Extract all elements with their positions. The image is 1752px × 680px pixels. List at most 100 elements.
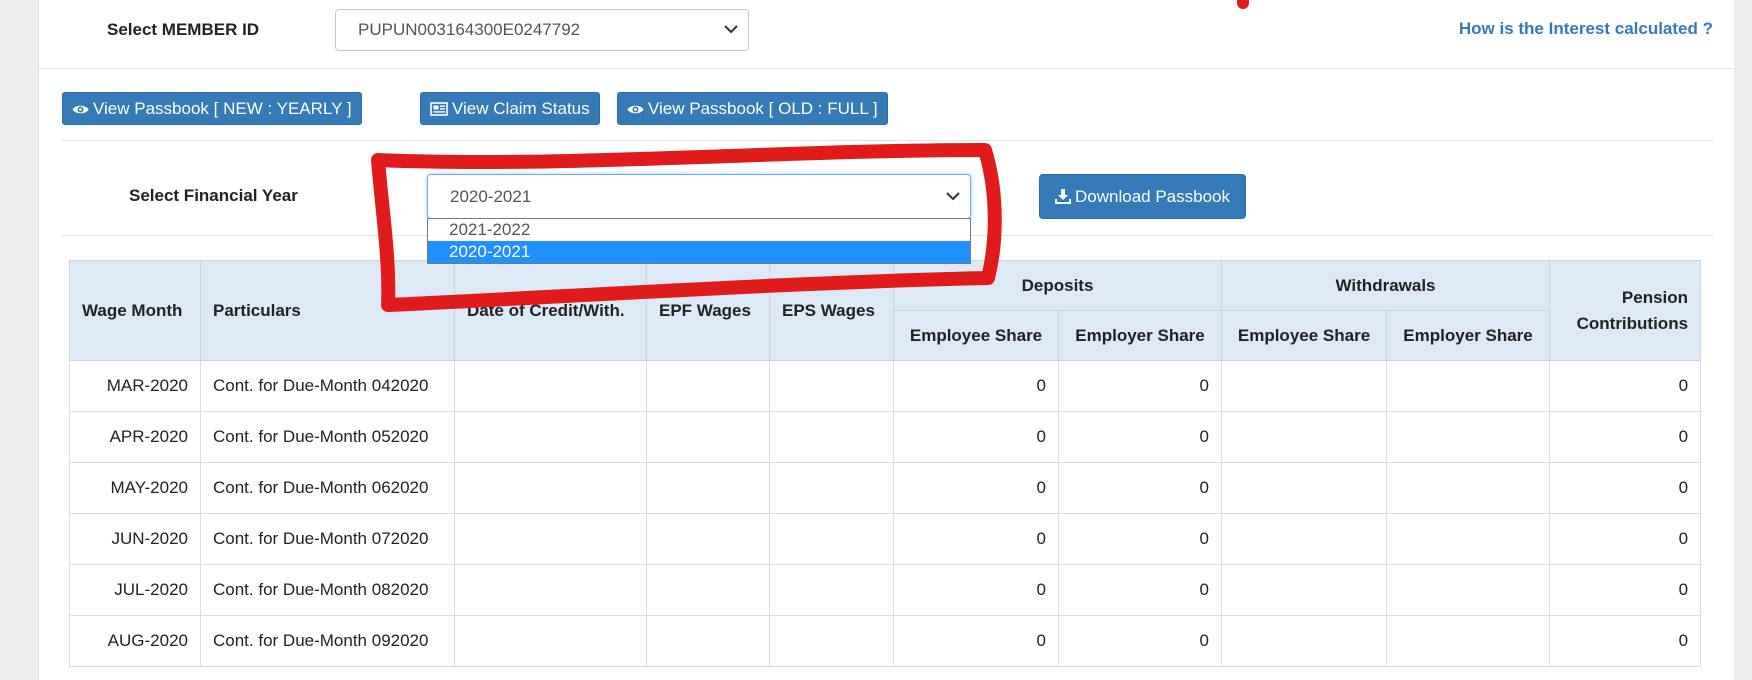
view-passbook-old-label: View Passbook [ OLD : FULL ] (648, 99, 878, 118)
member-id-select[interactable]: PUPUN003164300E0247792 (335, 9, 749, 51)
cell-wage-month: JUL-2020 (69, 564, 201, 616)
view-passbook-new-button[interactable]: View Passbook [ NEW : YEARLY ] (62, 92, 362, 125)
chevron-down-icon (946, 192, 960, 201)
cell-withdrawal-employee (1221, 360, 1388, 412)
cell-date (454, 462, 647, 514)
cell-withdrawal-employee (1221, 513, 1388, 565)
cell-eps-wages (769, 411, 894, 463)
member-id-label: Select MEMBER ID (107, 20, 260, 39)
header-deposit-employer-share: Employer Share (1057, 310, 1223, 361)
dropdown-option[interactable]: 2021-2022 (428, 219, 970, 241)
cell-eps-wages (769, 360, 894, 412)
header-pension-line1: Pension (1621, 287, 1689, 307)
cell-pension: 0 (1549, 615, 1702, 667)
header-wage-month: Wage Month (69, 260, 201, 361)
header-withdrawals: Withdrawals (1221, 260, 1551, 311)
cell-pension: 0 (1549, 564, 1702, 616)
cell-epf-wages (646, 513, 770, 565)
cell-deposit-employer: 0 (1057, 615, 1223, 667)
view-claim-status-button[interactable]: View Claim Status (420, 92, 600, 125)
cell-epf-wages (646, 462, 770, 514)
cell-withdrawal-employer (1386, 564, 1551, 616)
divider (61, 140, 1713, 141)
header-eps-wages: EPS Wages (769, 260, 894, 361)
cell-deposit-employee: 0 (893, 462, 1059, 514)
table-row: AUG-2020 Cont. for Due-Month 092020 0 0 … (69, 615, 1702, 667)
cell-deposit-employer: 0 (1057, 513, 1223, 565)
cell-withdrawal-employer (1386, 513, 1551, 565)
cell-deposit-employee: 0 (893, 360, 1059, 412)
chevron-down-icon (724, 25, 738, 34)
cell-withdrawal-employer (1386, 462, 1551, 514)
annotation-dot (1237, 0, 1249, 9)
cell-date (454, 513, 647, 565)
cell-deposit-employee: 0 (893, 411, 1059, 463)
financial-year-value: 2020-2021 (450, 187, 532, 206)
download-passbook-button[interactable]: Download Passbook (1039, 174, 1246, 219)
cell-withdrawal-employee (1221, 564, 1388, 616)
financial-year-label: Select Financial Year (129, 186, 298, 205)
cell-particulars: Cont. for Due-Month 072020 (200, 513, 455, 565)
passbook-panel: Select MEMBER ID PUPUN003164300E0247792 … (38, 0, 1736, 680)
cell-eps-wages (769, 564, 894, 616)
header-deposits: Deposits (892, 260, 1223, 311)
cell-date (454, 615, 647, 667)
cell-date (454, 360, 647, 412)
header-epf-wages: EPF Wages (646, 260, 770, 361)
cell-particulars: Cont. for Due-Month 082020 (200, 564, 455, 616)
financial-year-select[interactable]: 2020-2021 (427, 174, 971, 219)
scrollbar[interactable] (1734, 0, 1752, 680)
cell-deposit-employer: 0 (1057, 564, 1223, 616)
view-passbook-new-label: View Passbook [ NEW : YEARLY ] (93, 99, 352, 118)
header-date-of-credit: Date of Credit/With. (454, 260, 647, 361)
cell-wage-month: JUN-2020 (69, 513, 201, 565)
cell-eps-wages (769, 513, 894, 565)
cell-deposit-employer: 0 (1057, 411, 1223, 463)
cell-deposit-employee: 0 (893, 564, 1059, 616)
cell-pension: 0 (1549, 411, 1702, 463)
cell-deposit-employee: 0 (893, 513, 1059, 565)
cell-date (454, 564, 647, 616)
cell-deposit-employer: 0 (1057, 360, 1223, 412)
cell-withdrawal-employer (1386, 360, 1551, 412)
cell-date (454, 411, 647, 463)
cell-particulars: Cont. for Due-Month 092020 (200, 615, 455, 667)
cell-wage-month: AUG-2020 (69, 615, 201, 667)
interest-calculation-link[interactable]: How is the Interest calculated ? (1459, 19, 1713, 39)
cell-withdrawal-employee (1221, 411, 1388, 463)
table-row: JUL-2020 Cont. for Due-Month 082020 0 0 … (69, 564, 1702, 616)
table-row: MAR-2020 Cont. for Due-Month 042020 0 0 … (69, 360, 1702, 412)
cell-epf-wages (646, 615, 770, 667)
cell-epf-wages (646, 411, 770, 463)
cell-pension: 0 (1549, 462, 1702, 514)
header-particulars: Particulars (200, 260, 455, 361)
newspaper-icon (430, 102, 448, 116)
table-row: MAY-2020 Cont. for Due-Month 062020 0 0 … (69, 462, 1702, 514)
passbook-table: Wage Month Particulars Date of Credit/Wi… (69, 260, 1702, 667)
header-pension-line2: Contributions (1576, 313, 1689, 333)
cell-particulars: Cont. for Due-Month 052020 (200, 411, 455, 463)
cell-withdrawal-employee (1221, 615, 1388, 667)
table-row: APR-2020 Cont. for Due-Month 052020 0 0 … (69, 411, 1702, 463)
cell-particulars: Cont. for Due-Month 042020 (200, 360, 455, 412)
member-selection-row: Select MEMBER ID PUPUN003164300E0247792 … (39, 0, 1735, 69)
header-withdrawal-employer-share: Employer Share (1386, 310, 1551, 361)
cell-pension: 0 (1549, 360, 1702, 412)
cell-wage-month: MAY-2020 (69, 462, 201, 514)
download-icon (1055, 189, 1071, 204)
cell-particulars: Cont. for Due-Month 062020 (200, 462, 455, 514)
cell-wage-month: MAR-2020 (69, 360, 201, 412)
cell-epf-wages (646, 564, 770, 616)
dropdown-option-selected[interactable]: 2020-2021 (428, 241, 970, 263)
header-deposit-employee-share: Employee Share (893, 310, 1059, 361)
eye-icon (627, 105, 644, 114)
cell-eps-wages (769, 615, 894, 667)
eye-icon (72, 105, 89, 114)
header-pension-contributions: Pension Contributions (1549, 260, 1702, 361)
financial-year-dropdown: 2021-2022 2020-2021 (427, 218, 971, 264)
cell-withdrawal-employer (1386, 615, 1551, 667)
view-passbook-old-button[interactable]: View Passbook [ OLD : FULL ] (617, 92, 888, 125)
cell-epf-wages (646, 360, 770, 412)
cell-deposit-employer: 0 (1057, 462, 1223, 514)
cell-wage-month: APR-2020 (69, 411, 201, 463)
